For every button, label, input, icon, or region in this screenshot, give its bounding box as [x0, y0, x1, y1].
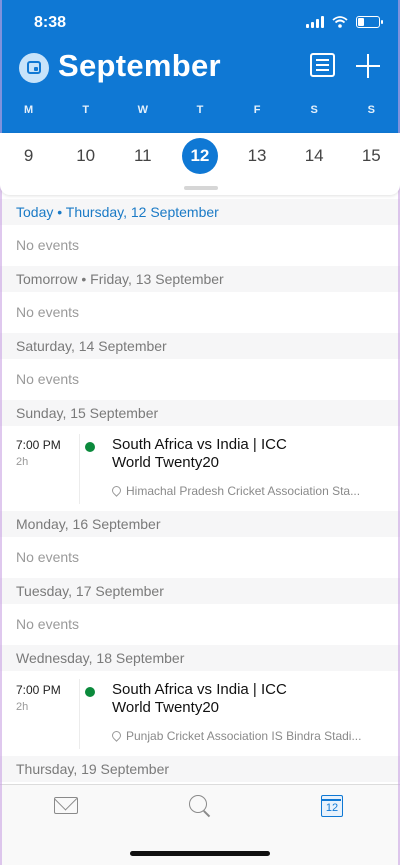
frame-edge — [0, 0, 2, 865]
calendar-header: 8:38 September M T W T F S S — [0, 0, 400, 133]
status-bar: 8:38 — [0, 0, 400, 44]
weekday-label: M — [23, 104, 34, 116]
event-calendar-dot — [85, 687, 95, 697]
event-location: Himachal Pradesh Cricket Association Sta… — [112, 484, 382, 498]
date-cell[interactable]: 10 — [57, 133, 114, 179]
date-cell[interactable]: 14 — [286, 133, 343, 179]
event-time: 7:00 PM — [16, 438, 61, 452]
date-cell[interactable]: 9 — [0, 133, 57, 179]
no-events-row: No events — [0, 225, 400, 266]
weekday-row: M T W T F S S — [0, 104, 400, 116]
date-cell[interactable]: 15 — [343, 133, 400, 179]
event-divider — [79, 679, 80, 749]
expand-handle[interactable] — [184, 186, 218, 190]
event-location-text: Punjab Cricket Association IS Bindra Sta… — [126, 729, 362, 743]
date-cell[interactable]: 11 — [114, 133, 171, 179]
location-pin-icon — [112, 731, 121, 742]
calendar-icon[interactable]: 12 — [321, 795, 343, 817]
search-icon[interactable] — [187, 795, 217, 821]
event-title: South Africa vs India | ICC World Twenty… — [112, 436, 287, 471]
calendar-account-icon — [27, 61, 41, 74]
wifi-icon — [332, 16, 348, 28]
location-pin-icon — [112, 486, 121, 497]
battery-icon — [356, 16, 383, 28]
account-avatar[interactable] — [19, 53, 49, 83]
status-time: 8:38 — [34, 14, 67, 31]
no-events-row: No events — [0, 604, 400, 645]
date-cell[interactable]: 13 — [229, 133, 286, 179]
no-events-row: No events — [0, 359, 400, 400]
home-indicator — [130, 851, 270, 856]
weekday-label: T — [82, 104, 90, 116]
weekday-label: S — [367, 104, 375, 116]
agenda-view-button[interactable] — [310, 53, 335, 77]
weekday-label: T — [196, 104, 204, 116]
title-row: September — [0, 48, 400, 88]
event-title: South Africa vs India | ICC World Twenty… — [112, 681, 287, 716]
day-header: Thursday, 19 September — [0, 756, 400, 782]
event-divider — [79, 434, 80, 504]
mail-icon[interactable] — [54, 797, 78, 814]
day-header: Today • Thursday, 12 September — [0, 199, 400, 225]
weekday-label: S — [310, 104, 318, 116]
day-header: Monday, 16 September — [0, 511, 400, 537]
event-duration: 2h — [16, 701, 29, 713]
event-item[interactable]: 7:00 PM 2h South Africa vs India | ICC W… — [0, 671, 400, 756]
signal-icon — [306, 16, 324, 28]
event-location-text: Himachal Pradesh Cricket Association Sta… — [126, 484, 361, 498]
event-time: 7:00 PM — [16, 683, 61, 697]
day-header: Tuesday, 17 September — [0, 578, 400, 604]
event-location: Punjab Cricket Association IS Bindra Sta… — [112, 729, 382, 743]
day-header: Saturday, 14 September — [0, 333, 400, 359]
day-header: Tomorrow • Friday, 13 September — [0, 266, 400, 292]
month-title[interactable]: September — [58, 48, 221, 84]
status-icons — [306, 16, 383, 28]
add-event-button[interactable] — [356, 54, 380, 78]
event-duration: 2h — [16, 456, 29, 468]
weekday-label: W — [137, 104, 148, 116]
agenda-list: Today • Thursday, 12 September No events… — [0, 199, 400, 784]
date-strip: 9 10 11 12 13 14 15 — [0, 133, 400, 195]
day-header: Sunday, 15 September — [0, 400, 400, 426]
no-events-row: No events — [0, 292, 400, 333]
event-item[interactable]: 7:00 PM 2h South Africa vs India | ICC W… — [0, 426, 400, 511]
event-calendar-dot — [85, 442, 95, 452]
tab-bar: 12 — [0, 784, 400, 865]
weekday-label: F — [253, 104, 261, 116]
no-events-row: No events — [0, 537, 400, 578]
date-cell[interactable]: 12 — [171, 133, 228, 179]
day-header: Wednesday, 18 September — [0, 645, 400, 671]
